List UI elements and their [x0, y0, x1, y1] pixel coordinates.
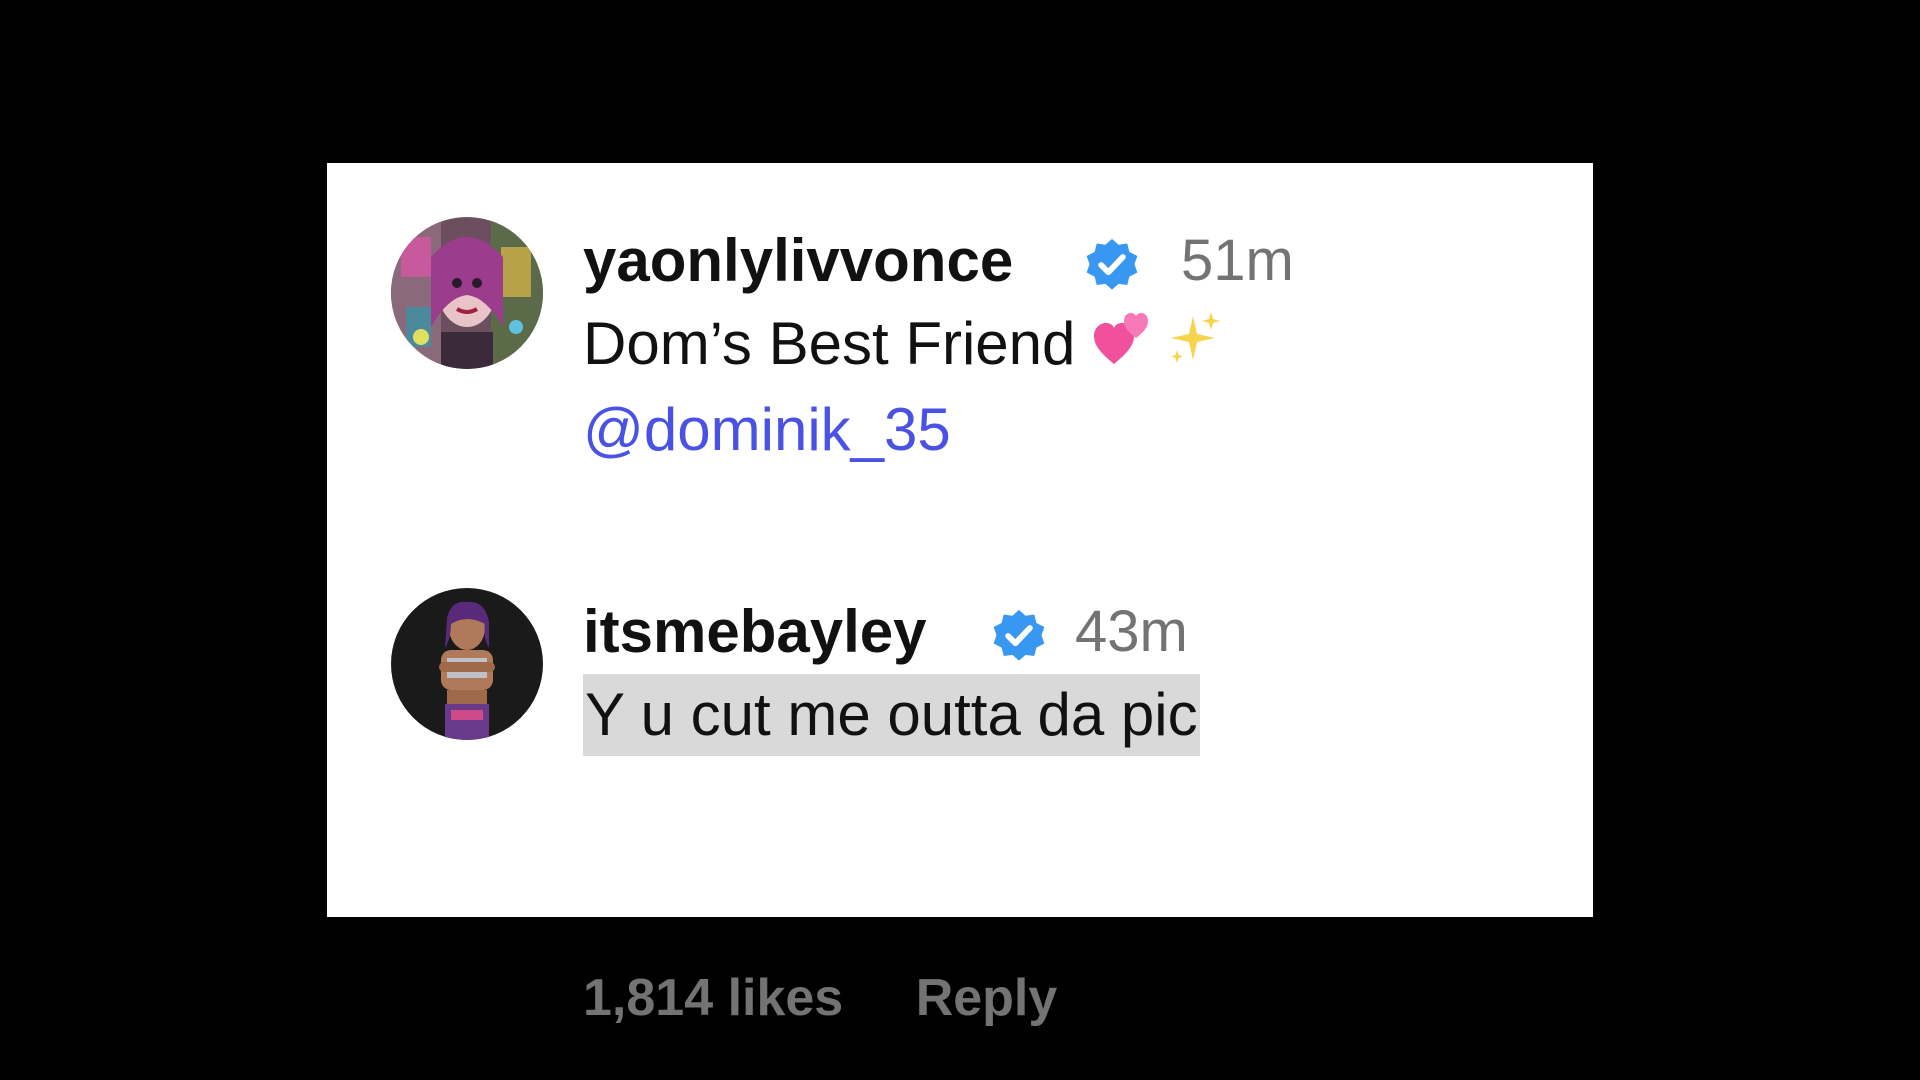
- comment-actions: 1,814 likes Reply: [583, 968, 1115, 1028]
- verified-badge-icon: [1083, 236, 1141, 294]
- username[interactable]: yaonlylivvonce: [583, 219, 1013, 303]
- avatar[interactable]: [391, 588, 543, 740]
- comment-body: yaonlylivvonce 51m Dom’s Best Friend @do…: [583, 217, 1483, 473]
- reply-button[interactable]: Reply: [916, 969, 1058, 1027]
- comment-text-line: Dom’s Best Friend: [583, 301, 1483, 387]
- comment-body: itsmebayley 43m Y u cut me outta da pic: [583, 588, 1483, 758]
- avatar-image: [391, 588, 543, 740]
- two-hearts-icon: [1092, 308, 1154, 370]
- timestamp: 51m: [1181, 228, 1294, 293]
- verified-badge-icon: [990, 607, 1048, 665]
- comment-text: Dom’s Best Friend: [583, 310, 1076, 377]
- avatar[interactable]: [391, 217, 543, 369]
- comment-card: yaonlylivvonce 51m Dom’s Best Friend @do…: [327, 163, 1593, 1027]
- comment-header: itsmebayley 43m: [583, 588, 1483, 672]
- mention-link[interactable]: @dominik_35: [583, 396, 951, 463]
- username[interactable]: itsmebayley: [583, 590, 927, 674]
- comment-text: Y u cut me outta da pic: [583, 674, 1200, 756]
- comment-header: yaonlylivvonce 51m: [583, 217, 1483, 301]
- timestamp: 43m: [1075, 599, 1188, 664]
- mention-line: @dominik_35: [583, 387, 1483, 473]
- avatar-image: [391, 217, 543, 369]
- comment-text-line: Y u cut me outta da pic: [583, 672, 1483, 758]
- sparkles-icon: [1163, 308, 1225, 370]
- likes-count[interactable]: 1,814 likes: [583, 969, 843, 1027]
